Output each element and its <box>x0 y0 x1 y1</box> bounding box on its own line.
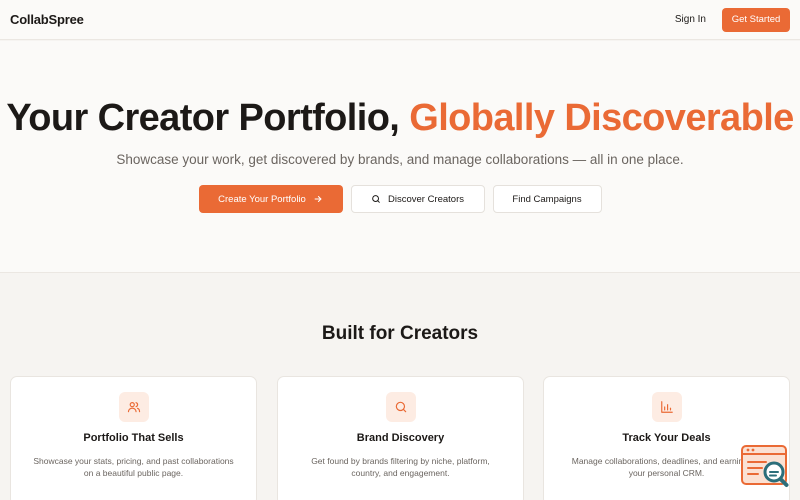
arrow-right-icon <box>314 196 322 202</box>
discover-creators-button[interactable]: Discover Creators <box>350 185 485 213</box>
brand-logo[interactable]: CollabSpree <box>10 12 84 27</box>
search-widget-icon <box>741 445 789 487</box>
nav-actions: Sign In Get Started <box>675 7 790 32</box>
hero-section: Your Creator Portfolio, Globally Discove… <box>0 41 800 273</box>
search-icon <box>372 195 380 203</box>
sign-in-link[interactable]: Sign In <box>675 14 706 25</box>
find-campaigns-label: Find Campaigns <box>512 193 582 205</box>
feature-icon-container <box>651 392 682 422</box>
find-campaigns-button[interactable]: Find Campaigns <box>492 185 602 213</box>
create-portfolio-button[interactable]: Create Your Portfolio <box>198 185 343 213</box>
hero-subtitle: Showcase your work, get discovered by br… <box>116 152 684 167</box>
get-started-button[interactable]: Get Started <box>722 7 790 32</box>
hero-title-accent: Globally Discoverable <box>409 97 794 139</box>
features-grid: Portfolio That Sells Showcase your stats… <box>10 376 790 500</box>
floating-search-widget[interactable] <box>740 443 792 493</box>
hero-title-main: Your Creator Portfolio, <box>6 97 410 139</box>
feature-card-title: Brand Discovery <box>356 432 445 444</box>
top-nav: CollabSpree Sign In Get Started <box>0 0 800 40</box>
create-portfolio-label: Create Your Portfolio <box>218 193 306 205</box>
discover-creators-label: Discover Creators <box>387 193 465 205</box>
feature-card-brand-discovery: Brand Discovery Get found by brands filt… <box>277 376 524 500</box>
hero-title: Your Creator Portfolio, Globally Discove… <box>0 97 800 140</box>
bar-chart-icon <box>660 401 673 413</box>
feature-card-description: Get found by brands filtering by niche, … <box>311 456 490 478</box>
users-icon <box>127 402 140 413</box>
feature-card-title: Portfolio That Sells <box>83 432 184 444</box>
feature-icon-container <box>385 392 416 422</box>
features-title: Built for Creators <box>321 323 479 344</box>
search-icon <box>395 401 406 413</box>
feature-card-portfolio: Portfolio That Sells Showcase your stats… <box>10 376 257 500</box>
hero-actions: Create Your Portfolio Discover Creators … <box>0 185 800 213</box>
feature-card-description: Manage collaborations, deadlines, and ea… <box>571 456 762 478</box>
feature-card-description: Showcase your stats, pricing, and past c… <box>33 456 234 478</box>
feature-icon-container <box>118 392 149 422</box>
